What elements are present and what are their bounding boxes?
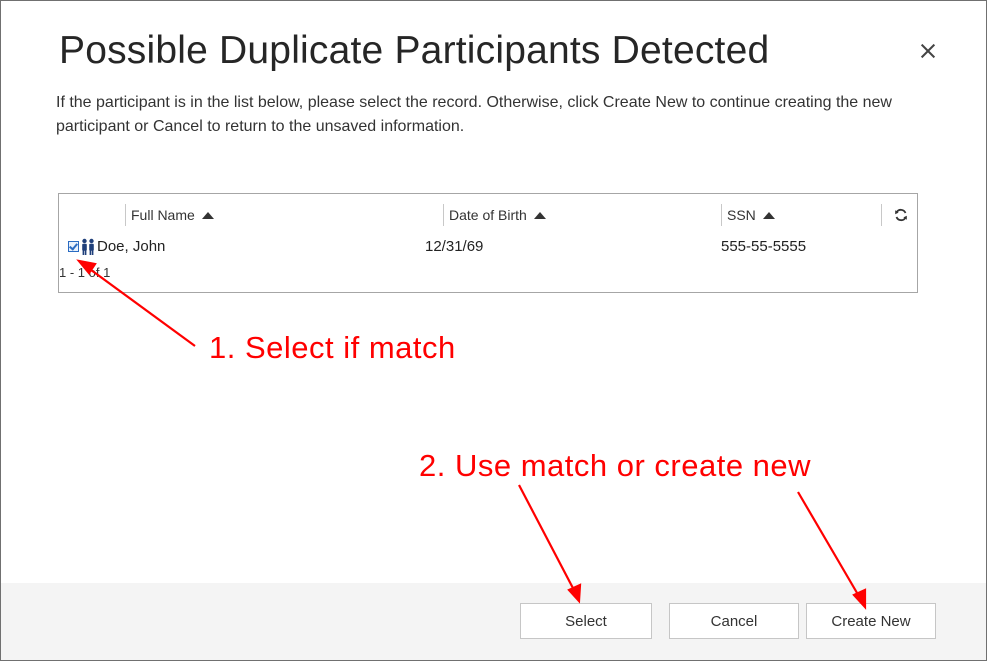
column-divider bbox=[881, 204, 882, 226]
annotation-step-2: 2. Use match or create new bbox=[419, 448, 812, 483]
sort-ascending-icon bbox=[762, 211, 775, 219]
cell-date-of-birth: 12/31/69 bbox=[425, 238, 484, 255]
column-divider bbox=[443, 204, 444, 226]
cancel-button[interactable]: Cancel bbox=[669, 603, 799, 639]
duplicates-grid: Full Name Date of Birth SSN Doe, John 12… bbox=[58, 193, 918, 293]
column-divider bbox=[125, 204, 126, 226]
participant-icon bbox=[82, 238, 94, 255]
sort-ascending-icon bbox=[533, 211, 546, 219]
close-icon[interactable] bbox=[917, 41, 939, 63]
column-header-label: SSN bbox=[727, 207, 756, 223]
annotation-step-1: 1. Select if match bbox=[209, 330, 456, 365]
column-divider bbox=[721, 204, 722, 226]
refresh-button[interactable] bbox=[881, 194, 917, 236]
row-select-checkbox[interactable] bbox=[68, 241, 79, 252]
column-header-label: Date of Birth bbox=[449, 207, 527, 223]
arrow-to-select bbox=[518, 484, 576, 593]
duplicate-detection-dialog: Possible Duplicate Participants Detected… bbox=[0, 0, 987, 661]
record-count: 1 - 1 of 1 bbox=[59, 265, 111, 280]
sort-ascending-icon bbox=[201, 211, 214, 219]
dialog-description: If the participant is in the list below,… bbox=[56, 94, 892, 135]
column-header-date-of-birth[interactable]: Date of Birth bbox=[443, 194, 721, 236]
dialog-title: Possible Duplicate Participants Detected bbox=[59, 29, 770, 72]
cell-full-name[interactable]: Doe, John bbox=[97, 238, 165, 255]
cell-ssn: 555-55-5555 bbox=[721, 238, 807, 255]
refresh-icon bbox=[895, 208, 907, 222]
column-header-label: Full Name bbox=[131, 207, 195, 223]
column-header-full-name[interactable]: Full Name bbox=[125, 194, 443, 236]
column-header-ssn[interactable]: SSN bbox=[721, 194, 881, 236]
select-button[interactable]: Select bbox=[520, 603, 652, 639]
create-new-button[interactable]: Create New bbox=[806, 603, 936, 639]
table-row[interactable]: Doe, John 12/31/69 555-55-5555 bbox=[59, 236, 917, 260]
